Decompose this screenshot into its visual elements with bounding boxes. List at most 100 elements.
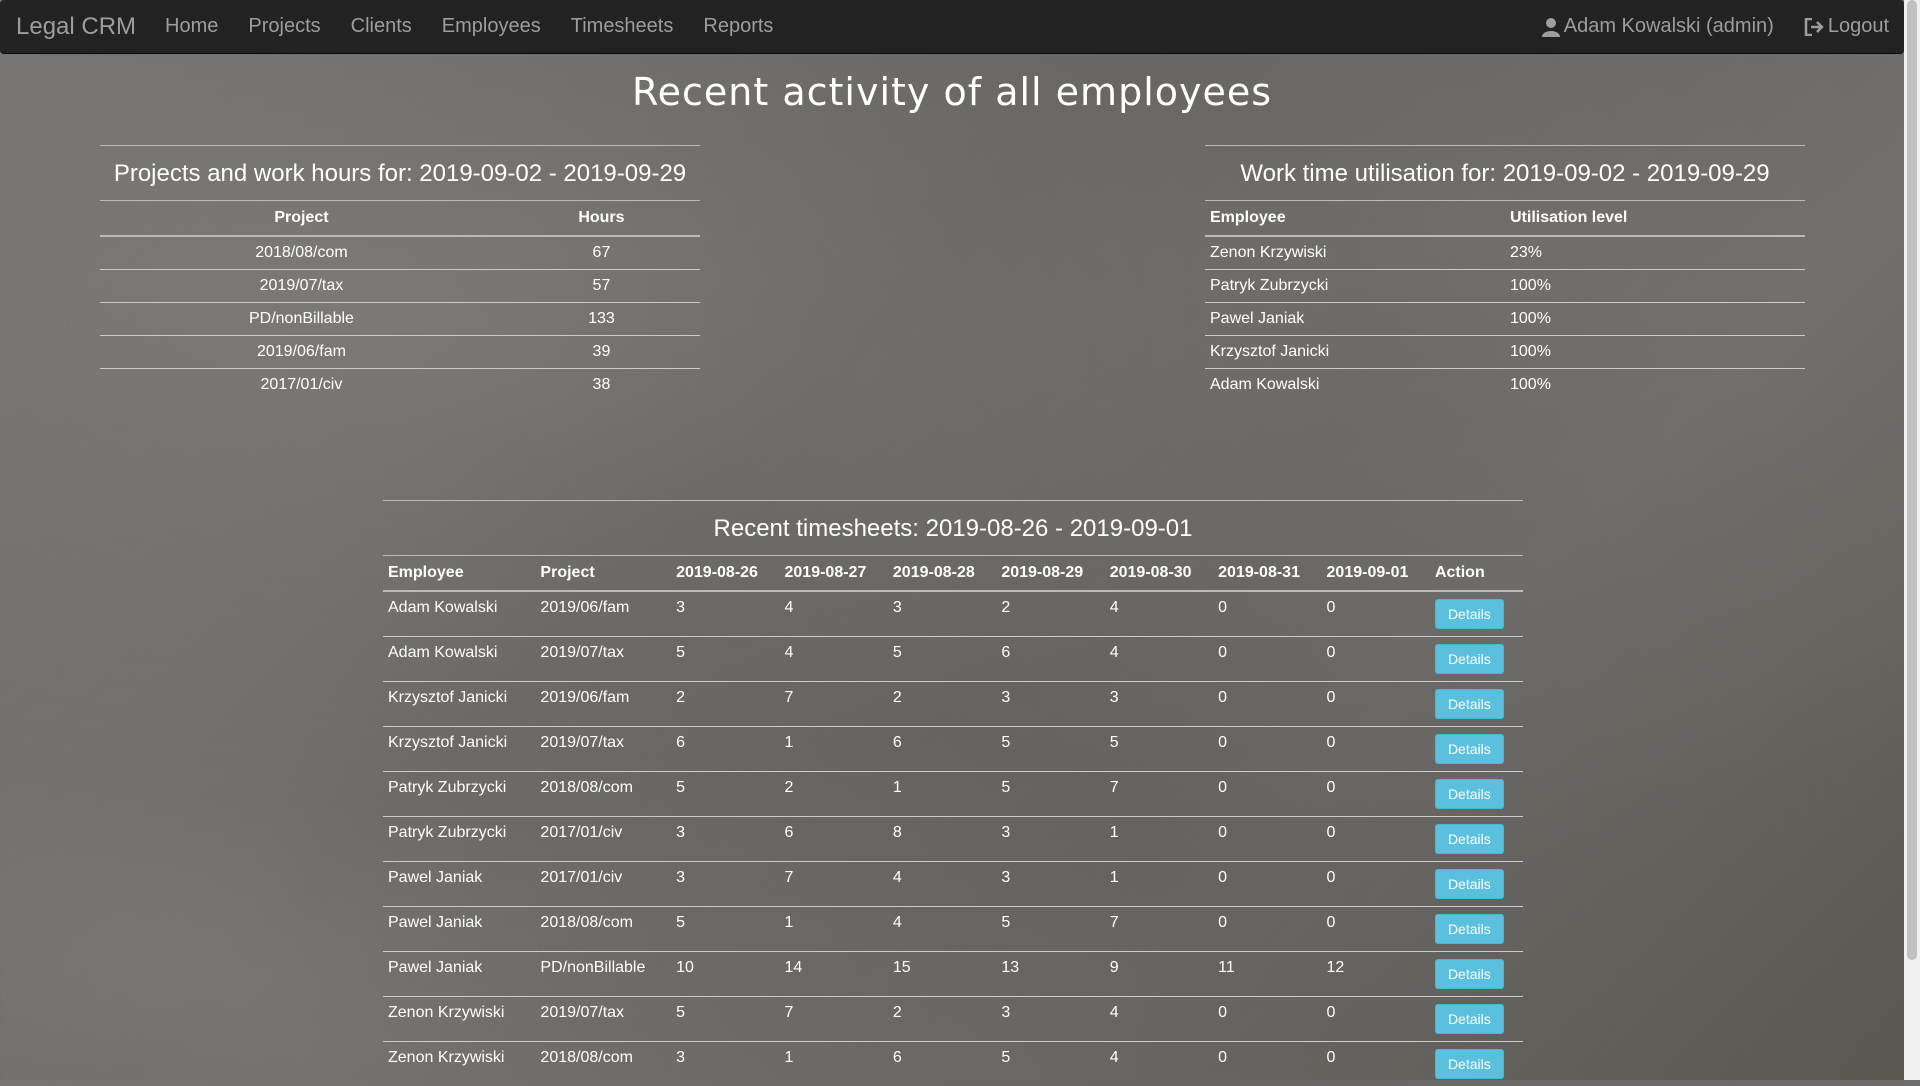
utilisation-cell: 100% [1505, 369, 1805, 402]
utilisation-header-level: Utilisation level [1505, 201, 1805, 237]
hours-cell: 5 [671, 637, 779, 682]
page-title: Recent activity of all employees [0, 70, 1904, 114]
hours-cell: 3 [671, 817, 779, 862]
hours-cell: 0 [1213, 817, 1321, 862]
hours-cell: 14 [780, 952, 888, 997]
action-cell: Details [1430, 862, 1523, 907]
hours-cell: 0 [1213, 907, 1321, 952]
projects-table: Project Hours 2018/08/com672019/07/tax57… [100, 200, 700, 401]
nav-right: Adam Kowalski (admin) Logout [1527, 15, 1904, 38]
table-row: 2019/06/fam39 [100, 336, 700, 369]
hours-cell: 2 [780, 772, 888, 817]
details-button[interactable]: Details [1435, 1049, 1504, 1079]
timesheets-table: EmployeeProject2019-08-262019-08-272019-… [383, 555, 1523, 1086]
hours-cell: 3 [996, 997, 1104, 1042]
utilisation-cell: 100% [1505, 303, 1805, 336]
hours-cell: 5 [1105, 727, 1213, 772]
hours-cell: 3 [671, 862, 779, 907]
details-button[interactable]: Details [1435, 1004, 1504, 1034]
table-row: Pawel Janiak2017/01/civ3743100Details [383, 862, 1523, 907]
hours-cell: 3 [996, 862, 1104, 907]
employee-cell: Zenon Krzywiski [383, 1042, 535, 1086]
details-button[interactable]: Details [1435, 869, 1504, 899]
details-button[interactable]: Details [1435, 959, 1504, 989]
hours-cell: 15 [888, 952, 996, 997]
utilisation-cell: 23% [1505, 236, 1805, 270]
hours-cell: 57 [503, 270, 700, 303]
table-row: Patryk Zubrzycki2017/01/civ3683100Detail… [383, 817, 1523, 862]
hours-cell: 0 [1322, 997, 1430, 1042]
nav-timesheets[interactable]: Timesheets [571, 15, 674, 38]
hours-cell: 3 [671, 1042, 779, 1086]
hours-cell: 1 [780, 727, 888, 772]
table-row: Krzysztof Janicki100% [1205, 336, 1805, 369]
table-row: Zenon Krzywiski2019/07/tax5723400Details [383, 997, 1523, 1042]
project-cell: 2019/06/fam [100, 336, 503, 369]
hours-cell: 0 [1213, 862, 1321, 907]
scrollbar-thumb[interactable] [1907, 0, 1917, 960]
hours-cell: 6 [996, 637, 1104, 682]
employee-cell: Patryk Zubrzycki [1205, 270, 1505, 303]
details-button[interactable]: Details [1435, 599, 1504, 629]
hours-cell: 0 [1322, 682, 1430, 727]
details-button[interactable]: Details [1435, 689, 1504, 719]
hours-cell: 7 [1105, 907, 1213, 952]
projects-title: Projects and work hours for: 2019-09-02 … [100, 160, 700, 188]
hours-cell: 0 [1213, 997, 1321, 1042]
nav-logout[interactable]: Logout [1804, 15, 1889, 38]
hours-cell: 0 [1213, 772, 1321, 817]
table-row: Pawel Janiak100% [1205, 303, 1805, 336]
hours-cell: 0 [1322, 907, 1430, 952]
hours-cell: 133 [503, 303, 700, 336]
project-cell: 2017/01/civ [535, 817, 671, 862]
hours-cell: 1 [1105, 862, 1213, 907]
timesheets-header-4: 2019-08-28 [888, 556, 996, 592]
hours-cell: 4 [1105, 637, 1213, 682]
details-button[interactable]: Details [1435, 779, 1504, 809]
nav-home[interactable]: Home [165, 15, 218, 38]
hours-cell: 2 [888, 997, 996, 1042]
hours-cell: 2 [996, 591, 1104, 637]
scrollbar[interactable] [1904, 0, 1920, 1080]
table-row: Patryk Zubrzycki100% [1205, 270, 1805, 303]
hours-cell: 1 [1105, 817, 1213, 862]
nav-reports[interactable]: Reports [703, 15, 773, 38]
employee-cell: Zenon Krzywiski [1205, 236, 1505, 270]
hours-cell: 9 [1105, 952, 1213, 997]
hours-cell: 6 [780, 817, 888, 862]
hours-cell: 0 [1322, 727, 1430, 772]
hours-cell: 4 [888, 862, 996, 907]
hours-cell: 0 [1322, 862, 1430, 907]
hours-cell: 2 [671, 682, 779, 727]
details-button[interactable]: Details [1435, 824, 1504, 854]
timesheets-header-3: 2019-08-27 [780, 556, 888, 592]
projects-header-project: Project [100, 201, 503, 237]
timesheets-header-5: 2019-08-29 [996, 556, 1104, 592]
timesheets-header-7: 2019-08-31 [1213, 556, 1321, 592]
employee-cell: Adam Kowalski [383, 637, 535, 682]
hours-cell: 7 [1105, 772, 1213, 817]
table-row: Zenon Krzywiski2018/08/com3165400Details [383, 1042, 1523, 1086]
logout-icon [1804, 18, 1824, 36]
project-cell: 2018/08/com [100, 236, 503, 270]
nav-clients[interactable]: Clients [351, 15, 412, 38]
action-cell: Details [1430, 997, 1523, 1042]
hours-cell: 12 [1322, 952, 1430, 997]
nav-projects[interactable]: Projects [248, 15, 320, 38]
details-button[interactable]: Details [1435, 734, 1504, 764]
hours-cell: 13 [996, 952, 1104, 997]
table-row: Krzysztof Janicki2019/07/tax6165500Detai… [383, 727, 1523, 772]
nav-user[interactable]: Adam Kowalski (admin) [1542, 15, 1774, 38]
hours-cell: 0 [1322, 1042, 1430, 1086]
hours-cell: 2 [888, 682, 996, 727]
details-button[interactable]: Details [1435, 644, 1504, 674]
details-button[interactable]: Details [1435, 914, 1504, 944]
table-row: Adam Kowalski2019/06/fam3432400Details [383, 591, 1523, 637]
project-cell: 2018/08/com [535, 907, 671, 952]
action-cell: Details [1430, 952, 1523, 997]
nav-employees[interactable]: Employees [442, 15, 541, 38]
brand-link[interactable]: Legal CRM [16, 13, 136, 41]
hours-cell: 8 [888, 817, 996, 862]
table-row: PD/nonBillable133 [100, 303, 700, 336]
utilisation-cell: 100% [1505, 270, 1805, 303]
